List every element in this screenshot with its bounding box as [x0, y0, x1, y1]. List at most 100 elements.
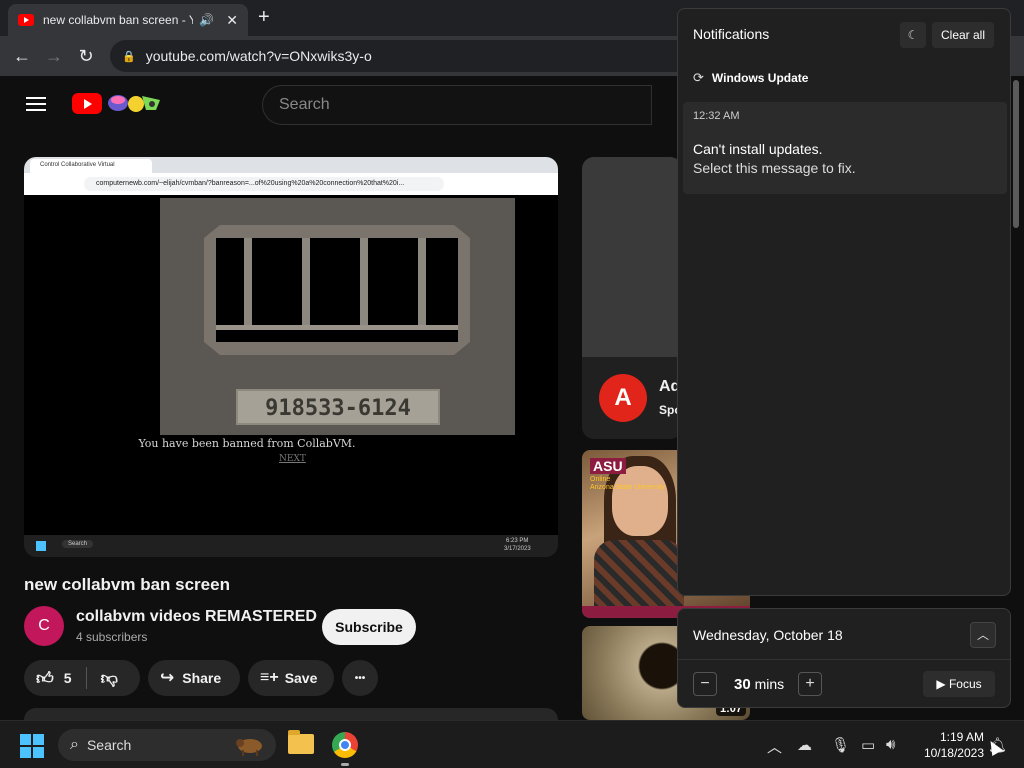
close-tab-icon[interactable]: ✕ [226, 12, 238, 29]
sync-icon: ⟳ [693, 70, 704, 85]
increase-minutes-button[interactable]: + [798, 672, 822, 696]
jail-window-sill [216, 325, 458, 330]
browser-tab[interactable]: new collabvm ban screen - Y 🔊 ✕ [8, 4, 248, 36]
like-count[interactable]: 5 [64, 670, 72, 686]
url-text: youtube.com/watch?v=ONxwiks3y-o [145, 48, 372, 64]
add-to-playlist-icon: ≡+ [260, 669, 279, 686]
video-taskbar-time: 6:23 PM [506, 538, 529, 544]
scrollbar-thumb[interactable] [1013, 80, 1019, 228]
youtube-search-input[interactable]: Search [262, 85, 652, 125]
video-player[interactable]: Control Collaborative Virtual computerne… [24, 157, 558, 557]
focus-duration: 30 mins [734, 676, 784, 693]
address-bar[interactable]: 🔒 youtube.com/watch?v=ONxwiks3y-o [110, 40, 700, 72]
forward-arrow-icon[interactable]: → [42, 44, 66, 68]
play-icon: ▶ [936, 677, 946, 691]
search-icon: ⌕ [70, 736, 79, 753]
microphone-icon[interactable]: 🎙︎ [831, 736, 850, 754]
video-taskbar-search: Search [62, 540, 94, 548]
windows-taskbar: ⌕ Search ︿ ☁ 🎙︎ ▭ 🔊︎ 1:19 AM 10/18/2023 … [0, 720, 1024, 768]
video-inner-tab-strip: Control Collaborative Virtual [24, 157, 558, 173]
notification-group-name: Windows Update [711, 71, 809, 85]
video-inner-tab: Control Collaborative Virtual [30, 159, 152, 173]
focus-label: Focus [948, 677, 982, 691]
youtube-doodle-icon[interactable] [106, 92, 166, 114]
taskbar-search-label: Search [86, 737, 132, 753]
do-not-disturb-icon[interactable]: ☾ [900, 22, 926, 48]
reload-icon[interactable]: ↻ [74, 44, 98, 68]
chrome-icon[interactable] [332, 732, 358, 758]
tab-title: new collabvm ban screen - Y [43, 13, 194, 27]
more-actions-button[interactable]: ••• [342, 660, 378, 696]
description-box[interactable] [24, 708, 558, 720]
back-arrow-icon[interactable]: ← [10, 44, 34, 68]
calendar-focus-panel: Wednesday, October 18 ︿ − 30 mins + ▶ Fo… [677, 608, 1011, 708]
taskbar-time: 1:19 AM [939, 730, 984, 744]
jail-room-image: 918533-6124 [160, 198, 515, 435]
onedrive-icon[interactable]: ☁ [797, 736, 812, 754]
share-arrow-icon: ↪ [160, 668, 175, 687]
jail-bar [302, 238, 310, 330]
dislike-thumb-icon[interactable]: 👎︎ [101, 668, 118, 689]
video-frame-content: 918533-6124 You have been banned from Co… [24, 195, 558, 535]
chevron-up-tray-icon[interactable]: ︿ [767, 736, 782, 757]
taskbar-clock[interactable]: 1:19 AM 10/18/2023 [916, 729, 984, 761]
chrome-active-indicator [341, 763, 349, 766]
speaker-icon[interactable]: 🔊 [199, 13, 214, 27]
notification-card[interactable]: 12:32 AM Can't install updates. Select t… [683, 102, 1007, 194]
search-placeholder: Search [279, 96, 330, 113]
video-inner-address-bar: computernewb.com/~elijah/cvmban/?banreas… [24, 173, 558, 195]
new-tab-button[interactable]: + [258, 6, 270, 29]
save-button[interactable]: ≡+ Save [248, 660, 334, 696]
next-link: NEXT [279, 454, 306, 464]
lock-icon: 🔒 [122, 50, 136, 63]
calendar-divider [678, 659, 1010, 660]
focus-minutes-value: 30 [734, 676, 751, 693]
youtube-logo-icon[interactable] [72, 93, 102, 114]
focus-button[interactable]: ▶ Focus [923, 671, 995, 697]
windows-start-icon[interactable] [20, 734, 44, 758]
ad-card[interactable]: A Ad Spo [582, 157, 682, 439]
banned-message: You have been banned from CollabVM. [138, 437, 356, 450]
taskbar-date: 10/18/2023 [923, 746, 984, 760]
jail-bar [360, 238, 368, 330]
menu-hamburger-icon[interactable] [26, 97, 46, 111]
notifications-title: Notifications [693, 26, 770, 42]
chevron-up-icon[interactable]: ︿ [970, 622, 996, 648]
notification-center: Notifications ☾ Clear all ⟳ Windows Upda… [677, 8, 1011, 596]
file-explorer-icon[interactable] [288, 730, 314, 754]
subscribe-button[interactable]: Subscribe [322, 609, 416, 645]
calendar-date: Wednesday, October 18 [693, 627, 843, 643]
share-button[interactable]: ↪ Share [148, 660, 240, 696]
volume-icon[interactable]: 🔊︎ [886, 736, 895, 753]
like-thumb-icon[interactable]: 👍︎ [36, 668, 54, 689]
focus-minutes-unit: mins [754, 676, 785, 692]
notification-group-header: ⟳ Windows Update [693, 70, 808, 86]
like-divider [85, 667, 87, 689]
video-windows-icon [36, 541, 46, 551]
clear-all-button[interactable]: Clear all [932, 22, 994, 48]
video-title: new collabvm ban screen [24, 575, 230, 594]
notification-body: Select this message to fix. [693, 160, 856, 176]
network-icon[interactable]: ▭ [861, 736, 875, 754]
video-inner-taskbar: Search 6:23 PM 3/17/2023 [24, 535, 558, 557]
jail-bar [418, 238, 426, 330]
notification-time: 12:32 AM [693, 110, 740, 122]
share-label: Share [182, 670, 222, 686]
like-dislike-group: 👍︎ 5 👎︎ [24, 660, 140, 696]
ban-plate: 918533-6124 [236, 389, 440, 425]
channel-name[interactable]: collabvm videos REMASTERED [76, 608, 317, 626]
taskbar-search-box[interactable]: ⌕ Search [58, 729, 276, 761]
asu-logo: ASU [590, 458, 626, 474]
youtube-favicon-icon [18, 14, 34, 26]
save-label: Save [284, 670, 318, 686]
ad-image [582, 157, 682, 357]
notification-headline: Can't install updates. [693, 141, 823, 157]
video-taskbar-date: 3/17/2023 [504, 546, 531, 552]
decrease-minutes-button[interactable]: − [693, 672, 717, 696]
subscriber-count: 4 subscribers [76, 630, 148, 644]
asu-online-label: Online Arizona State University [590, 476, 665, 491]
adobe-logo-icon: A [599, 374, 647, 422]
video-inner-url: computernewb.com/~elijah/cvmban/?banreas… [84, 177, 444, 191]
bison-search-highlight-icon [236, 739, 262, 756]
channel-avatar[interactable]: C [24, 606, 64, 646]
